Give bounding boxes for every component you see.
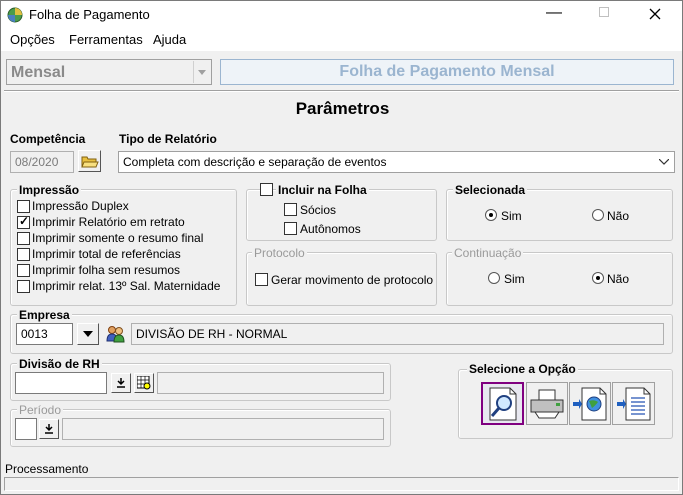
empresa-code-field[interactable]: 0013 (16, 323, 73, 345)
continuacao-group (446, 252, 673, 306)
menu-bar: Opções Ferramentas Ajuda (1, 29, 682, 51)
continuacao-sim-radio[interactable] (488, 272, 500, 284)
title-bar: Folha de Pagamento — (1, 1, 682, 29)
period-type-value: Mensal (11, 64, 66, 81)
imprimir-resumo-label: Imprimir somente o resumo final (32, 231, 204, 245)
selecionada-nao-radio[interactable] (592, 209, 604, 221)
open-folder-button[interactable] (78, 150, 101, 172)
chevron-down-icon[interactable] (193, 61, 210, 83)
period-type-select[interactable]: Mensal (6, 59, 212, 85)
opcao-label: Selecione a Opção (467, 362, 578, 376)
web-export-icon (573, 387, 607, 420)
divisao-search-button[interactable] (134, 373, 154, 393)
triangle-down-icon (83, 331, 93, 337)
imprimir-resumo-checkbox[interactable] (17, 232, 30, 245)
main-window: Folha de Pagamento — Opções Ferramentas … (0, 0, 683, 495)
window-title: Folha de Pagamento (29, 7, 150, 22)
competencia-label: Competência (10, 132, 86, 146)
empresa-label: Empresa (17, 308, 72, 322)
radio-dot (596, 276, 600, 280)
chevron-down-icon[interactable] (655, 153, 673, 171)
close-button[interactable] (649, 8, 661, 20)
incluir-folha-checkbox[interactable] (260, 183, 273, 196)
preview-button[interactable] (481, 382, 524, 425)
imprimir-maternidade-checkbox[interactable] (17, 280, 30, 293)
print-button[interactable] (526, 382, 568, 425)
download-arrow-icon (117, 378, 125, 388)
empresa-name-field: DIVISÃO DE RH - NORMAL (131, 323, 664, 345)
continuacao-label: Continuação (452, 246, 524, 260)
imprimir-referencias-checkbox[interactable] (17, 248, 30, 261)
progress-bar (4, 477, 679, 491)
continuacao-sim-label: Sim (504, 272, 525, 286)
periodo-field[interactable] (15, 418, 37, 440)
impressao-label: Impressão (17, 183, 82, 197)
protocolo-label: Protocolo (252, 246, 307, 260)
divisao-description-field (157, 372, 384, 394)
gerar-protocolo-checkbox[interactable] (255, 273, 268, 286)
printer-icon (530, 389, 564, 418)
imprimir-sem-resumos-checkbox[interactable] (17, 264, 30, 277)
autonomos-checkbox[interactable] (284, 222, 297, 235)
impressao-duplex-label: Impressão Duplex (32, 199, 129, 213)
imprimir-retrato-checkbox[interactable]: ✓ (17, 214, 30, 229)
export-file-button[interactable] (612, 382, 655, 425)
divisao-label: Divisão de RH (17, 357, 102, 371)
periodo-label: Período (17, 403, 64, 417)
socios-label: Sócios (300, 203, 337, 217)
maximize-button[interactable] (599, 7, 609, 17)
checkmark-icon: ✓ (19, 214, 30, 228)
company-search-button[interactable] (105, 323, 127, 345)
incluir-label: Incluir na Folha (276, 183, 369, 197)
menu-opcoes[interactable]: Opções (10, 32, 55, 47)
competencia-field[interactable]: 08/2020 (10, 151, 74, 173)
continuacao-nao-radio[interactable] (592, 272, 604, 284)
selecionada-sim-radio[interactable] (485, 209, 497, 221)
menu-ajuda[interactable]: Ajuda (153, 32, 186, 47)
folder-open-icon (80, 156, 99, 167)
download-arrow-icon (45, 424, 53, 434)
continuacao-nao-label: Não (607, 272, 630, 286)
export-web-button[interactable] (569, 382, 611, 425)
file-export-icon (616, 387, 650, 420)
imprimir-maternidade-label: Imprimir relat. 13º Sal. Maternidade (32, 279, 221, 293)
imprimir-sem-resumos-label: Imprimir folha sem resumos (32, 263, 181, 277)
app-icon (7, 7, 23, 23)
selecionada-label: Selecionada (453, 183, 528, 197)
divisao-field[interactable] (15, 372, 107, 394)
minimize-button[interactable]: — (546, 4, 562, 22)
preview-magnifier-icon (489, 387, 516, 420)
gerar-protocolo-label: Gerar movimento de protocolo (271, 273, 434, 287)
selecionada-nao-label: Não (607, 209, 630, 223)
tipo-relatorio-value: Completa com descrição e separação de ev… (123, 155, 387, 169)
divisao-dropdown-button[interactable] (111, 373, 131, 393)
radio-dot (489, 213, 493, 217)
selecionada-sim-label: Sim (501, 209, 522, 223)
page-title: Parâmetros (295, 99, 390, 118)
periodo-dropdown-button[interactable] (39, 419, 59, 439)
divider-highlight (4, 91, 679, 92)
imprimir-retrato-label: Imprimir Relatório em retrato (32, 215, 185, 229)
tipo-relatorio-select[interactable]: Completa com descrição e separação de ev… (118, 151, 675, 173)
impressao-duplex-checkbox[interactable] (17, 200, 30, 213)
menu-ferramentas[interactable]: Ferramentas (69, 32, 143, 47)
periodo-description-field (62, 418, 384, 440)
tipo-relatorio-label: Tipo de Relatório (119, 132, 217, 146)
imprimir-referencias-label: Imprimir total de referências (32, 247, 181, 261)
empresa-dropdown-button[interactable] (77, 323, 99, 345)
status-text: Processamento (5, 462, 89, 476)
socios-checkbox[interactable] (284, 203, 297, 216)
autonomos-label: Autônomos (300, 222, 361, 236)
grid-search-icon (137, 376, 151, 390)
people-icon (106, 326, 125, 343)
page-banner: Folha de Pagamento Mensal (220, 59, 674, 85)
